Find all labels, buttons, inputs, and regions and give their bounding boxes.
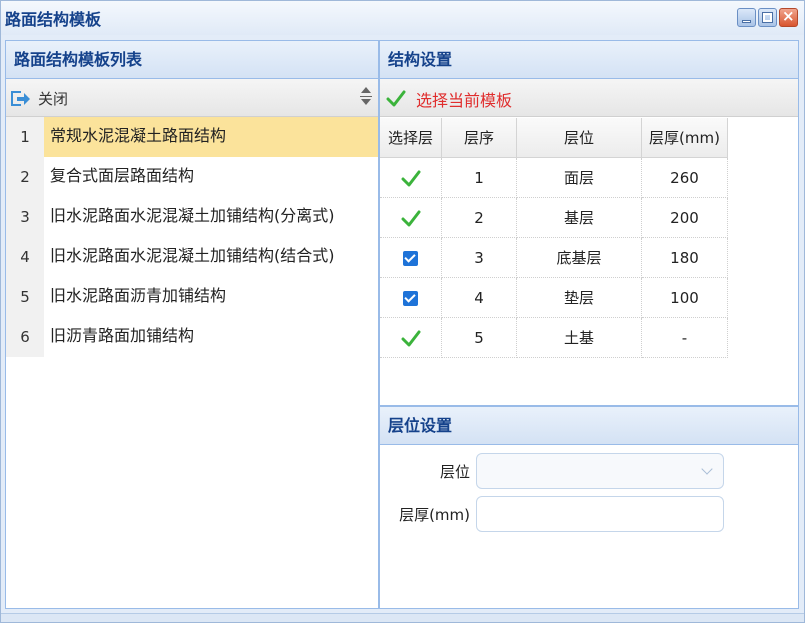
template-label: 旧沥青路面加铺结构	[50, 326, 195, 345]
checkbox-checked[interactable]	[403, 291, 418, 306]
template-label: 常规水泥混凝土路面结构	[44, 117, 378, 157]
grid-row[interactable]: 1 面层 260	[380, 158, 728, 198]
column-header[interactable]: 层序	[442, 118, 517, 158]
close-list-button[interactable]: 关闭	[10, 88, 68, 109]
select-template-button[interactable]: 选择当前模板	[386, 87, 512, 111]
window-title: 路面结构模板	[5, 10, 102, 29]
thickness-cell: -	[642, 318, 728, 358]
row-number: 4	[6, 237, 44, 277]
position-label: 层位	[439, 462, 470, 481]
close-button[interactable]: ×	[779, 7, 798, 27]
order-cell: 5	[442, 318, 517, 358]
thickness-cell: 180	[642, 238, 728, 278]
maximize-button[interactable]	[758, 8, 777, 27]
layer-settings-header: 层位设置	[380, 407, 798, 445]
grid-row[interactable]: 2 基层 200	[380, 198, 728, 238]
order-cell: 4	[442, 278, 517, 318]
exit-icon	[10, 89, 30, 109]
row-number: 1	[6, 117, 44, 157]
grid-body: 1 面层 260 2 基层 200 3 底基层 180 4 垫层 100 5 土基 -	[380, 158, 728, 358]
template-rows: 1 常规水泥混凝土路面结构 2 复合式面层路面结构 3 旧水泥路面水泥混凝土加铺…	[6, 117, 378, 357]
green-check-icon	[401, 170, 420, 186]
order-cell: 2	[442, 198, 517, 238]
column-header[interactable]: 选择层	[380, 118, 442, 158]
position-select[interactable]	[476, 453, 724, 489]
template-row[interactable]: 6 旧沥青路面加铺结构	[6, 317, 378, 357]
row-number: 6	[6, 317, 44, 357]
grid-row[interactable]: 5 土基 -	[380, 318, 728, 358]
grid-row[interactable]: 4 垫层 100	[380, 278, 728, 318]
template-list-header: 路面结构模板列表	[6, 41, 378, 79]
template-row[interactable]: 3 旧水泥路面水泥混凝土加铺结构(分离式)	[6, 197, 378, 237]
thickness-cell: 100	[642, 278, 728, 318]
maximize-icon	[762, 12, 773, 23]
thickness-cell: 260	[642, 158, 728, 198]
position-cell: 面层	[517, 158, 642, 198]
minimize-button[interactable]	[737, 8, 756, 27]
grid-header-row: 选择层 层序 层位 层厚(mm)	[380, 118, 728, 158]
position-cell: 底基层	[517, 238, 642, 278]
template-row[interactable]: 4 旧水泥路面水泥混凝土加铺结构(结合式)	[6, 237, 378, 277]
order-cell: 3	[442, 238, 517, 278]
window-controls: ×	[737, 7, 798, 27]
select-cell[interactable]	[380, 238, 442, 278]
position-cell: 土基	[517, 318, 642, 358]
select-cell[interactable]	[380, 278, 442, 318]
template-label: 旧水泥路面水泥混凝土加铺结构(分离式)	[50, 206, 335, 225]
order-cell: 1	[442, 158, 517, 198]
thickness-input[interactable]	[476, 496, 724, 532]
grid-row[interactable]: 3 底基层 180	[380, 238, 728, 278]
row-number: 2	[6, 157, 44, 197]
template-label: 复合式面层路面结构	[50, 166, 195, 185]
template-list-toolbar: 关闭	[6, 79, 378, 117]
template-row[interactable]: 5 旧水泥路面沥青加铺结构	[6, 277, 378, 317]
template-label: 旧水泥路面水泥混凝土加铺结构(结合式)	[50, 246, 335, 265]
select-template-label: 选择当前模板	[416, 91, 513, 110]
row-number: 3	[6, 197, 44, 237]
check-icon	[386, 90, 406, 107]
checkbox-checked[interactable]	[403, 251, 418, 266]
template-label: 旧水泥路面沥青加铺结构	[50, 286, 227, 305]
sort-arrows-icon[interactable]	[360, 87, 372, 109]
position-cell: 垫层	[517, 278, 642, 318]
thickness-row: 层厚(mm)	[380, 496, 724, 532]
close-list-label: 关闭	[38, 90, 69, 108]
select-cell[interactable]	[380, 198, 442, 238]
chevron-down-icon[interactable]	[701, 463, 713, 475]
select-cell[interactable]	[380, 158, 442, 198]
structure-panel: 结构设置 选择当前模板 选择层 层序 层位 层厚(mm) 1 面层 260 2 基层 20…	[379, 40, 799, 406]
structure-grid: 选择层 层序 层位 层厚(mm) 1 面层 260 2 基层 200 3 底基层 180 4 垫层 1…	[380, 118, 728, 358]
title-bar[interactable]: 路面结构模板 ×	[1, 1, 804, 35]
close-icon: ×	[782, 7, 795, 25]
select-cell[interactable]	[380, 318, 442, 358]
layer-settings-panel: 层位设置 层位 层厚(mm)	[379, 406, 799, 609]
position-cell: 基层	[517, 198, 642, 238]
column-header[interactable]: 层位	[517, 118, 642, 158]
structure-header: 结构设置	[380, 41, 798, 79]
template-list-panel: 路面结构模板列表 关闭 1 常规水泥混凝土路面结构 2 复合式面层路面结构 3 …	[5, 40, 379, 609]
template-row[interactable]: 1 常规水泥混凝土路面结构	[6, 117, 378, 157]
thickness-label: 层厚(mm)	[399, 505, 470, 524]
column-header[interactable]: 层厚(mm)	[642, 118, 728, 158]
template-row[interactable]: 2 复合式面层路面结构	[6, 157, 378, 197]
thickness-cell: 200	[642, 198, 728, 238]
structure-toolbar: 选择当前模板	[380, 79, 798, 117]
status-strip	[1, 613, 804, 622]
green-check-icon	[401, 210, 420, 226]
row-number: 5	[6, 277, 44, 317]
position-row: 层位	[380, 453, 724, 489]
template-window: 路面结构模板 × 路面结构模板列表 关闭 1 常规水泥混凝土路面结构 2 复合式…	[0, 0, 805, 623]
minimize-icon	[742, 20, 751, 23]
green-check-icon	[401, 330, 420, 346]
